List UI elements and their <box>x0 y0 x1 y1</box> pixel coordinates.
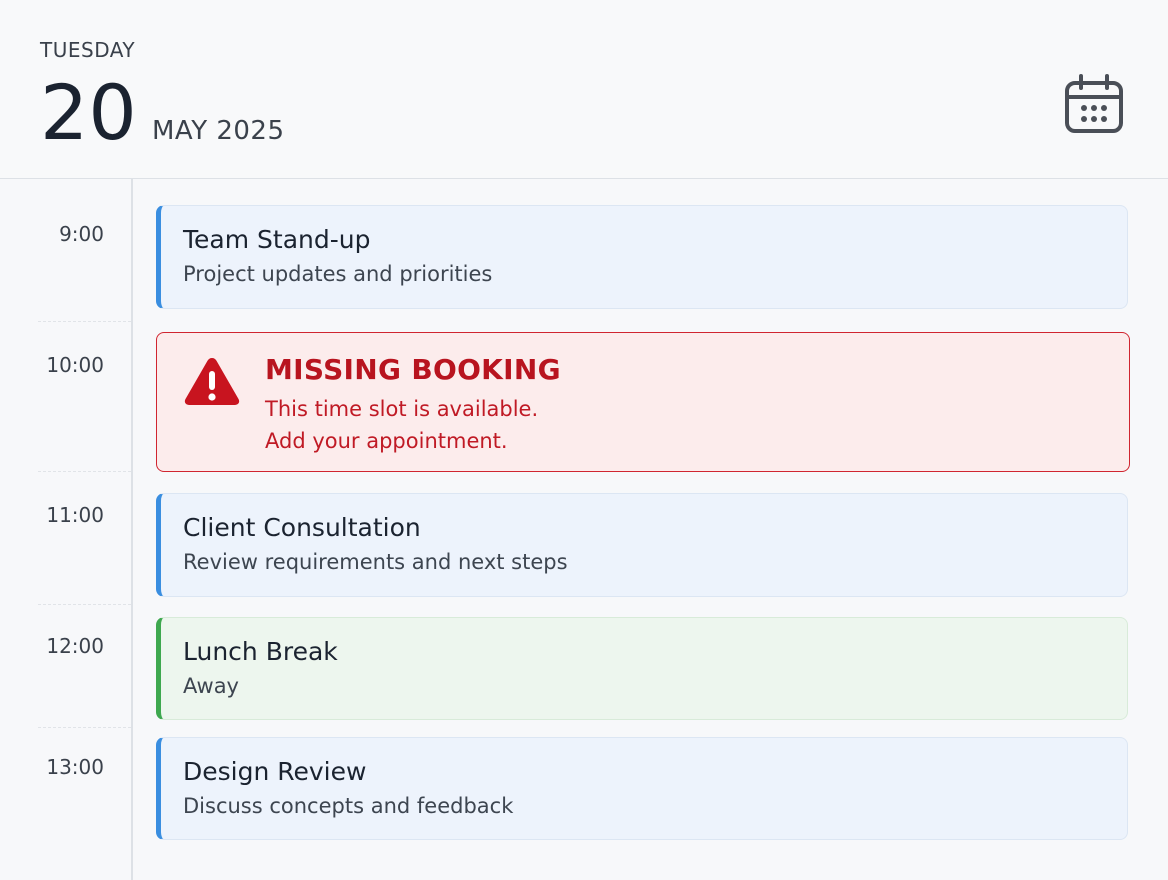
event-description: Project updates and priorities <box>183 262 493 286</box>
event-description: Discuss concepts and feedback <box>183 794 514 818</box>
alert-message-line-2: Add your appointment. <box>265 429 508 453</box>
event-card-design-review[interactable]: Design Review Discuss concepts and feedb… <box>156 737 1128 840</box>
time-label: 12:00 <box>46 634 104 658</box>
month-year-label: MAY 2025 <box>152 116 285 146</box>
time-label: 13:00 <box>46 755 104 779</box>
warning-icon <box>184 358 240 405</box>
event-title: Lunch Break <box>183 637 338 666</box>
day-view: TUESDAY 20 MAY 2025 9:00 10:00 11:00 12:… <box>0 0 1168 880</box>
alert-title: MISSING BOOKING <box>265 353 561 386</box>
hour-divider <box>38 471 131 472</box>
calendar-icon <box>1065 74 1123 133</box>
event-title: Design Review <box>183 757 367 786</box>
alert-message-line-1: This time slot is available. <box>265 397 539 421</box>
missing-booking-alert[interactable]: MISSING BOOKING This time slot is availa… <box>156 332 1130 472</box>
calendar-button[interactable] <box>1060 70 1128 138</box>
day-number: 20 <box>40 68 137 157</box>
weekday-label: TUESDAY <box>40 38 136 62</box>
event-title: Team Stand-up <box>183 225 371 254</box>
event-description: Review requirements and next steps <box>183 550 568 574</box>
timeline-divider <box>131 179 133 880</box>
date-header: TUESDAY 20 MAY 2025 <box>0 0 1168 179</box>
time-label: 10:00 <box>46 353 104 377</box>
event-card-lunch-break[interactable]: Lunch Break Away <box>156 617 1128 720</box>
event-description: Away <box>183 674 239 698</box>
hour-divider <box>38 727 131 728</box>
event-title: Client Consultation <box>183 513 421 542</box>
event-card-client-consultation[interactable]: Client Consultation Review requirements … <box>156 493 1128 597</box>
time-label: 9:00 <box>59 222 104 246</box>
event-card-team-standup[interactable]: Team Stand-up Project updates and priori… <box>156 205 1128 309</box>
hour-divider <box>38 321 131 322</box>
hour-divider <box>38 604 131 605</box>
time-label: 11:00 <box>46 503 104 527</box>
